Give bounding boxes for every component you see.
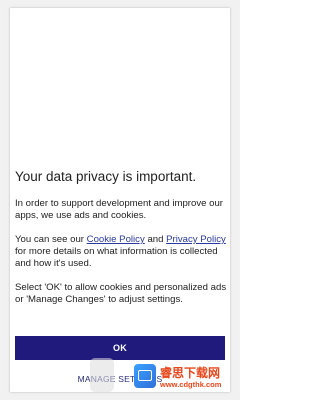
intro-paragraph: In order to support development and impr…	[15, 198, 223, 221]
policy-paragraph: You can see our Cookie Policy and Privac…	[15, 234, 227, 270]
ok-button[interactable]: OK	[15, 336, 225, 360]
policy-text-and: and	[144, 234, 167, 245]
cookie-policy-link[interactable]: Cookie Policy	[87, 234, 145, 245]
instructions-paragraph: Select 'OK' to allow cookies and persona…	[15, 282, 227, 305]
policy-text-suffix: for more details on what information is …	[15, 246, 218, 269]
privacy-policy-link[interactable]: Privacy Policy	[166, 234, 226, 245]
dialog-title: Your data privacy is important.	[15, 169, 197, 184]
manage-settings-button[interactable]: MANAGE SETTINGS	[15, 370, 225, 388]
privacy-consent-dialog: Your data privacy is important. In order…	[10, 8, 230, 392]
policy-text-prefix: You can see our	[15, 234, 87, 245]
app-screen: Your data privacy is important. In order…	[0, 0, 240, 400]
